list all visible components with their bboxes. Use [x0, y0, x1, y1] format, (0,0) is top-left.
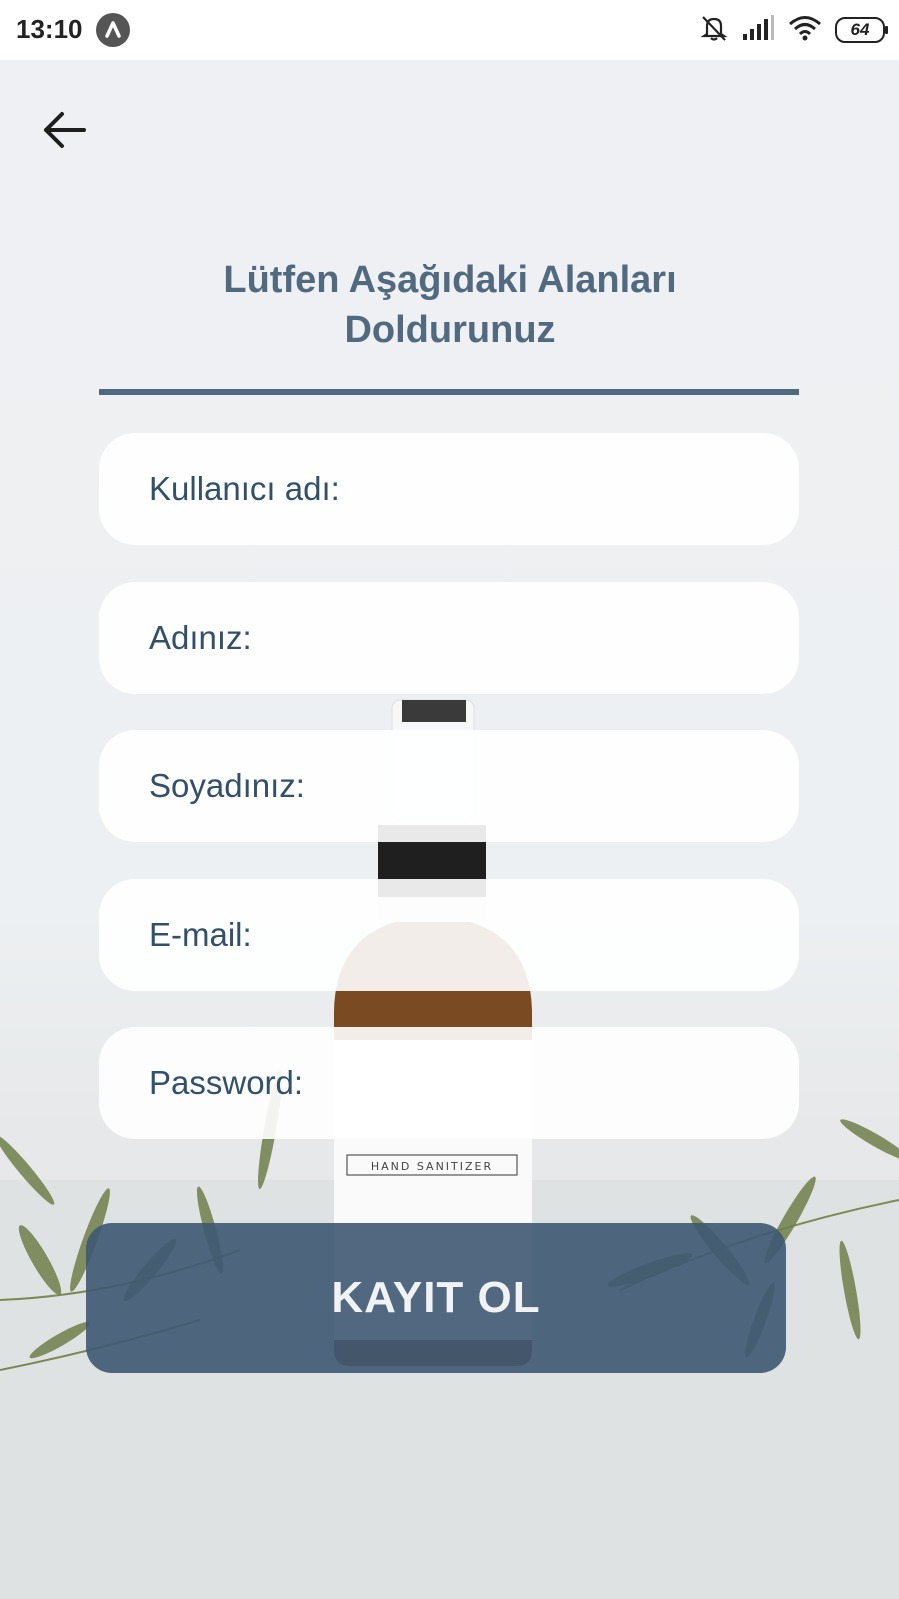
status-time: 13:10 — [16, 14, 83, 44]
username-field[interactable]: Kullanıcı adı: — [99, 433, 799, 545]
email-field[interactable]: E-mail: — [99, 879, 799, 991]
first-name-field[interactable]: Adınız: — [99, 582, 799, 694]
password-field[interactable]: Password: — [99, 1027, 799, 1139]
register-button[interactable]: KAYIT OL — [86, 1223, 786, 1373]
title-divider — [99, 389, 799, 395]
status-bar: 13:10 64 — [0, 0, 899, 60]
back-button[interactable] — [40, 105, 90, 155]
password-label: Password: — [149, 1064, 304, 1101]
product-label: HAND SANITIZER — [371, 1160, 493, 1173]
bell-off-icon — [699, 13, 729, 48]
last-name-field[interactable]: Soyadınız: — [99, 730, 799, 842]
register-button-label: KAYIT OL — [331, 1273, 541, 1322]
email-label: E-mail: — [149, 916, 252, 953]
username-label: Kullanıcı adı: — [149, 470, 340, 507]
last-name-label: Soyadınız: — [149, 767, 305, 804]
arrow-left-icon — [44, 112, 86, 148]
signal-icon — [741, 14, 775, 47]
battery-indicator: 64 — [835, 17, 888, 43]
page-title: Lütfen Aşağıdaki Alanları Doldurunuz — [223, 259, 677, 351]
wifi-icon — [787, 13, 823, 48]
app-notification-icon — [96, 13, 130, 47]
first-name-label: Adınız: — [149, 619, 252, 656]
status-icons: 64 — [699, 12, 888, 48]
